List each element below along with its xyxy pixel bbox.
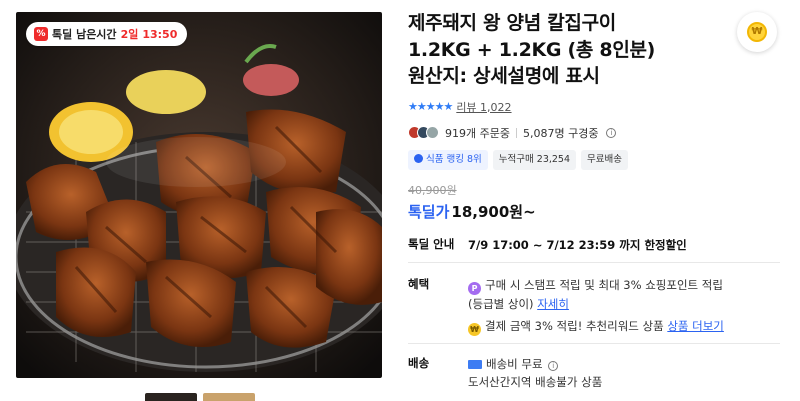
thumbnail-2[interactable] [203, 393, 255, 401]
avatar [426, 126, 439, 139]
info-icon[interactable]: i [606, 127, 617, 138]
benefit-reward: 결제 금액 3% 적립! 추천리워드 상품 [485, 319, 664, 333]
divider [408, 343, 780, 344]
percent-tag-icon: % [34, 27, 48, 41]
title-line-2: 1.2KG + 1.2KG (총 8인분) [408, 38, 656, 61]
rating-row: ★★★★★ 리뷰 1,022 [408, 99, 788, 115]
order-count: 919개 주문중 [445, 126, 510, 140]
title-line-3: 원산지: 상세설명에 표시 [408, 65, 600, 87]
review-count-link[interactable]: 리뷰 1,022 [456, 99, 511, 115]
shipping-body: 배송비 무료 i 도서산간지역 배송불가 상품 [468, 355, 602, 391]
cumulative-purchase-chip: 누적구매 23,254 [492, 149, 577, 170]
benefits-label: 혜택 [408, 277, 430, 291]
original-price: 40,900원 [408, 183, 457, 197]
deal-timer-badge: % 톡딜 남은시간 2일 13:50 [26, 22, 188, 46]
deal-timer-label: 톡딜 남은시간 [52, 28, 117, 41]
point-icon: P [468, 282, 481, 295]
badge-chips: 식품 랭킹 8위 누적구매 23,254 무료배송 [408, 149, 788, 170]
deal-timer-days: 2일 [120, 28, 139, 41]
product-title: 제주돼지 왕 양념 칼집구이 1.2KG + 1.2KG (총 8인분) 원산지… [408, 10, 788, 90]
reward-coin-button[interactable]: ₩ [737, 12, 777, 52]
more-products-link[interactable]: 상품 더보기 [667, 319, 724, 333]
info-icon[interactable]: i [548, 361, 559, 371]
buyer-avatars [408, 126, 439, 139]
shipping-row: 배송 배송비 무료 i 도서산간지역 배송불가 상품 [408, 355, 602, 391]
benefit-detail-link[interactable]: 자세히 [537, 297, 569, 311]
shipping-restriction: 도서산간지역 배송불가 상품 [468, 375, 603, 389]
shipping-label: 배송 [408, 356, 430, 370]
benefits-body: P 구매 시 스탬프 적립 및 최대 3% 쇼핑포인트 적립 (등급별 상이) 자… [468, 276, 724, 336]
divider [515, 127, 517, 138]
viewer-count: 5,087명 구경중 [522, 126, 599, 140]
title-line-1: 제주돼지 왕 양념 칼집구이 [408, 12, 616, 34]
deal-period: 7/9 17:00 ~ 7/12 23:59 까지 한정할인 [468, 238, 687, 252]
deal-price: 18,900원~ [451, 202, 536, 221]
coin-icon: ₩ [747, 22, 767, 42]
benefits-row: 혜택 P 구매 시 스탬프 적립 및 최대 3% 쇼핑포인트 적립 (등급별 상이… [408, 276, 724, 336]
divider [408, 262, 780, 263]
deal-timer-time: 13:50 [142, 27, 178, 41]
rating-stars: ★★★★★ [408, 100, 453, 113]
free-shipping-chip: 무료배송 [581, 149, 628, 170]
ranking-chip-label: 식품 랭킹 8위 [426, 153, 482, 165]
grilled-pork-photo [16, 12, 382, 378]
activity-row: 919개 주문중 5,087명 구경중 i [408, 125, 788, 141]
ranking-chip[interactable]: 식품 랭킹 8위 [408, 149, 488, 170]
ranking-icon [414, 153, 423, 163]
thumbnail-1[interactable] [145, 393, 197, 401]
product-info: 제주돼지 왕 양념 칼집구이 1.2KG + 1.2KG (총 8인분) 원산지… [408, 10, 788, 222]
thumbnail-strip [145, 393, 255, 401]
product-image[interactable]: % 톡딜 남은시간 2일 13:50 [16, 12, 382, 378]
truck-icon [468, 360, 482, 369]
benefit-stamp: 구매 시 스탬프 적립 및 최대 3% 쇼핑포인트 적립 [485, 278, 723, 292]
benefit-grade-note: (등급별 상이) [468, 297, 534, 311]
price-row: 톡딜가 18,900원~ [408, 201, 788, 222]
deal-info-label: 톡딜 안내 [408, 237, 455, 251]
deal-info-row: 톡딜 안내 7/9 17:00 ~ 7/12 23:59 까지 한정할인 [408, 236, 687, 254]
deal-price-label: 톡딜가 [408, 202, 450, 221]
coin-icon: ₩ [468, 323, 481, 336]
shipping-fee: 배송비 무료 [486, 357, 543, 371]
